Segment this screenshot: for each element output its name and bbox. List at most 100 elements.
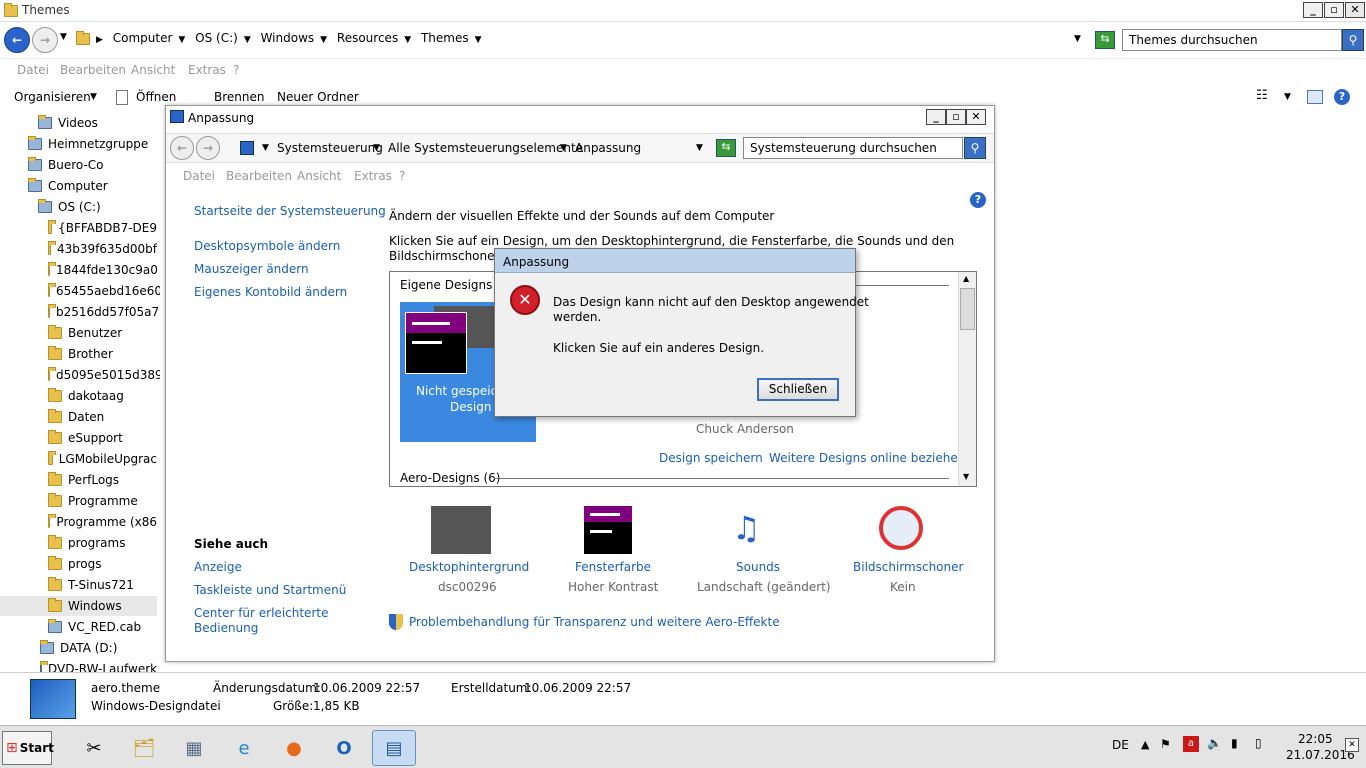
chevron-down-icon[interactable]: ▼ — [373, 143, 380, 153]
volume-icon[interactable]: 🔈 — [1207, 736, 1222, 750]
menu-bearbeiten[interactable]: Bearbeiten — [60, 63, 126, 77]
tree-item[interactable]: progs — [0, 554, 157, 574]
new-folder-button[interactable]: Neuer Ordner — [277, 90, 359, 104]
scrollbar[interactable]: ▲ ▼ — [958, 272, 976, 486]
chevron-down-icon[interactable]: ▼ — [404, 35, 411, 45]
tree-item[interactable]: eSupport — [0, 428, 157, 448]
tree-item[interactable]: LGMobileUpgrac — [0, 449, 157, 469]
menu-bearbeiten[interactable]: Bearbeiten — [226, 169, 292, 183]
help-icon[interactable]: ? — [1334, 89, 1350, 105]
tree-item[interactable]: PerfLogs — [0, 470, 157, 490]
maximize-button[interactable]: ▫ — [946, 109, 966, 125]
tree-item[interactable]: programs — [0, 533, 157, 553]
minimize-button[interactable]: _ — [1303, 2, 1323, 18]
tree-item[interactable]: Brother — [0, 344, 157, 364]
link-control-panel-home[interactable]: Startseite der Systemsteuerung — [194, 204, 386, 218]
search-input[interactable]: Themes durchsuchen — [1122, 29, 1342, 51]
chevron-down-icon[interactable]: ▼ — [475, 35, 482, 45]
tree-item[interactable]: Daten — [0, 407, 157, 427]
refresh-icon[interactable]: ⇆ — [1095, 31, 1115, 49]
open-button[interactable]: Öffnen — [136, 90, 176, 104]
address-dropdown-icon[interactable]: ▼ — [1074, 34, 1081, 44]
tree-item[interactable]: 1844fde130c9a0 — [0, 260, 158, 280]
history-dropdown-icon[interactable]: ▼ — [60, 32, 67, 42]
breadcrumb-item[interactable]: Alle Systemsteuerungselemente — [388, 141, 583, 155]
breadcrumb-item[interactable]: Themes — [421, 31, 469, 45]
tree-item[interactable]: Computer — [0, 176, 157, 196]
sounds-icon[interactable]: ♫ — [732, 504, 761, 552]
tree-item[interactable]: {BFFABDB7-DE9 — [0, 218, 157, 238]
breadcrumb-item[interactable]: OS (C:) — [195, 31, 238, 45]
maximize-button[interactable]: ▫ — [1324, 2, 1344, 18]
close-button[interactable]: ✕ — [1345, 2, 1365, 18]
desktop-background-link[interactable]: Desktophintergrund — [409, 560, 529, 574]
forward-button[interactable]: → — [196, 136, 220, 160]
scrollbar-thumb[interactable] — [960, 288, 975, 330]
chevron-down-icon[interactable]: ▼ — [320, 35, 327, 45]
menu-ansicht[interactable]: Ansicht — [131, 63, 175, 77]
burn-button[interactable]: Brennen — [214, 90, 264, 104]
forward-button[interactable]: → — [32, 27, 58, 53]
sounds-link[interactable]: Sounds — [736, 560, 780, 574]
tree-item[interactable]: dakotaag — [0, 386, 157, 406]
tree-item[interactable]: T-Sinus721 — [0, 575, 157, 595]
breadcrumb-item[interactable]: Windows — [261, 31, 315, 45]
breadcrumb-item[interactable]: Anpassung — [575, 141, 641, 155]
window-color-icon[interactable] — [584, 506, 632, 554]
internet-explorer-icon[interactable]: e — [222, 730, 266, 766]
close-button[interactable]: ✕ — [966, 109, 986, 125]
search-input[interactable]: Systemsteuerung durchsuchen — [743, 137, 963, 159]
breadcrumb-item[interactable]: Computer — [113, 31, 173, 45]
search-icon[interactable]: ⚲ — [964, 137, 986, 159]
calculator-icon[interactable]: ▦ — [172, 730, 216, 766]
refresh-icon[interactable]: ⇆ — [716, 139, 736, 157]
breadcrumb-item[interactable]: Systemsteuerung — [277, 141, 383, 155]
tree-item[interactable]: DVD-RW-Laufwerk (F:) — [0, 659, 160, 673]
tree-item[interactable]: Programme — [0, 491, 157, 511]
window-color-link[interactable]: Fensterfarbe — [575, 560, 651, 574]
firefox-icon[interactable]: ● — [272, 730, 316, 766]
start-button[interactable]: ⊞ Start — [2, 731, 54, 765]
back-button[interactable]: ← — [170, 136, 194, 160]
save-design-link[interactable]: Design speichern — [659, 451, 763, 465]
menu-extras[interactable]: Extras — [354, 169, 392, 183]
troubleshoot-link[interactable]: Problembehandlung für Transparenz und we… — [409, 615, 780, 629]
close-dialog-button[interactable]: Schließen — [757, 378, 839, 401]
outlook-icon[interactable]: O — [322, 730, 366, 766]
screensaver-icon[interactable] — [879, 506, 923, 550]
more-designs-online-link[interactable]: Weitere Designs online beziehen — [769, 451, 965, 465]
view-icon[interactable]: ☷ — [1256, 88, 1268, 103]
breadcrumb-arrow-icon[interactable]: ▶ — [96, 35, 103, 45]
show-hidden-icons-icon[interactable]: ▲ — [1141, 738, 1149, 751]
menu-datei[interactable]: Datei — [17, 63, 49, 77]
chevron-down-icon[interactable]: ▼ — [262, 143, 269, 153]
link-ease-of-access-2[interactable]: Bedienung — [194, 621, 258, 635]
explorer-icon[interactable]: 🗂 — [122, 730, 166, 766]
antivirus-icon[interactable]: a — [1183, 736, 1199, 752]
menu-datei[interactable]: Datei — [183, 169, 215, 183]
tree-item[interactable]: b2516dd57f05a7 — [0, 302, 159, 322]
back-button[interactable]: ← — [4, 27, 30, 53]
tree-item[interactable]: 65455aebd16e60 — [0, 281, 160, 301]
tree-item[interactable]: DATA (D:) — [0, 638, 157, 658]
tree-item[interactable]: VC_RED.cab — [0, 617, 157, 637]
device-icon[interactable]: ▯ — [1255, 736, 1262, 750]
tree-item[interactable]: Programme (x86 — [0, 512, 157, 532]
tree-item[interactable]: Videos — [0, 113, 157, 133]
clock-time[interactable]: 22:05 — [1298, 732, 1333, 746]
menu-help[interactable]: ? — [233, 63, 239, 77]
chevron-down-icon[interactable]: ▼ — [90, 92, 97, 102]
link-desktop-icons[interactable]: Desktopsymbole ändern — [194, 239, 340, 253]
link-ease-of-access[interactable]: Center für erleichterte — [194, 606, 328, 620]
control-panel-icon[interactable]: ▤ — [372, 730, 416, 766]
minimize-button[interactable]: _ — [926, 109, 946, 125]
breadcrumb-item[interactable]: Resources — [337, 31, 398, 45]
preview-pane-icon[interactable] — [1307, 90, 1323, 104]
tree-item[interactable]: Heimnetzgruppe — [0, 134, 157, 154]
organize-button[interactable]: Organisieren — [14, 90, 91, 104]
chevron-down-icon[interactable]: ▼ — [244, 35, 251, 45]
chevron-down-icon[interactable]: ▼ — [178, 35, 185, 45]
tree-item[interactable]: 43b39f635d00bf — [0, 239, 157, 259]
tree-item[interactable]: Windows — [0, 596, 157, 616]
link-taskbar[interactable]: Taskleiste und Startmenü — [194, 583, 346, 597]
